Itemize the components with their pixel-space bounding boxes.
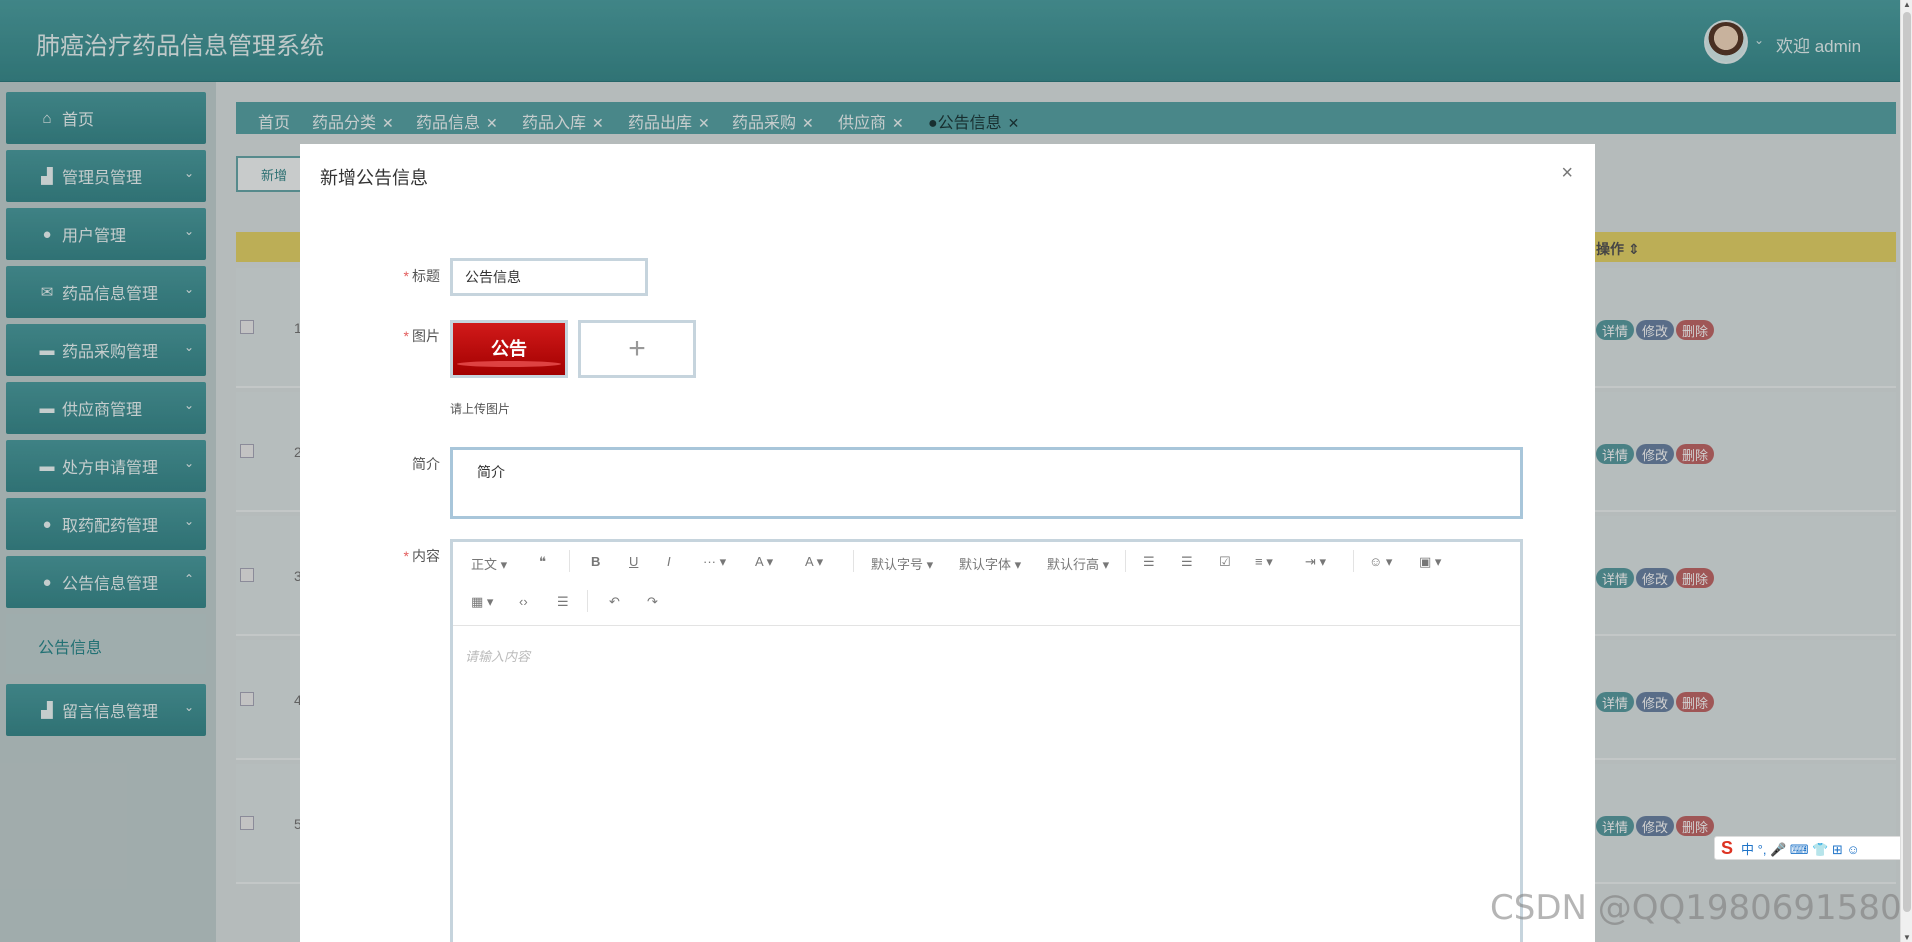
undo-icon[interactable]: ↶ [609,594,620,610]
emoji-dropdown[interactable]: ☺ ▾ [1369,554,1392,570]
scroll-up-icon[interactable]: ▲ [1903,0,1911,9]
title-input[interactable]: 公告信息 [450,258,648,296]
sogou-logo-icon: S [1721,837,1734,858]
font-family-dropdown[interactable]: 默认字体 ▾ [959,554,1021,573]
bg-color-dropdown[interactable]: A ▾ [805,554,823,570]
ime-toolbar[interactable]: S 中 °, 🎤 ⌨ 👕 ⊞ ☺ [1714,836,1908,860]
page-scrollbar[interactable]: ▲ ▼ [1900,0,1912,942]
image-text: 公告 [491,339,527,359]
scrollbar-thumb[interactable] [1903,12,1911,912]
watermark: CSDN @QQ1980691580 [1490,888,1902,928]
font-size-dropdown[interactable]: 默认字号 ▾ [871,554,933,573]
required-mark: * [403,268,409,284]
numbered-list-icon[interactable]: ☰ [1181,554,1193,570]
upload-tip: 请上传图片 [450,402,511,416]
uploaded-image-thumbnail[interactable]: 公告 [450,320,568,378]
image-label: * 图片 [340,326,440,346]
intro-label: 简介 [340,454,440,474]
redo-icon[interactable]: ↷ [647,594,658,610]
content-placeholder[interactable]: 请输入内容 [465,646,530,665]
label-text: 标题 [412,268,440,284]
label-text: 内容 [412,548,440,564]
label-text: 图片 [412,328,440,344]
more-dropdown[interactable]: ··· ▾ [703,554,726,570]
intro-textarea[interactable]: 简介 [450,447,1523,519]
divider-icon[interactable]: ☰ [557,594,569,610]
paragraph-dropdown[interactable]: 正文 ▾ [471,554,507,573]
required-mark: * [403,328,409,344]
table-dropdown[interactable]: ▦ ▾ [471,594,493,610]
label-text: 简介 [412,456,440,472]
plus-icon: + [628,332,646,365]
font-color-dropdown[interactable]: A ▾ [755,554,773,570]
title-label: * 标题 [340,266,440,286]
dialog-title: 新增公告信息 [320,168,428,188]
italic-icon[interactable]: I [667,554,671,569]
quote-icon[interactable]: ❝ [539,554,546,570]
align-dropdown[interactable]: ≡ ▾ [1255,554,1273,570]
line-height-dropdown[interactable]: 默认行高 ▾ [1047,554,1109,573]
bullet-list-icon[interactable]: ☰ [1143,554,1155,570]
add-image-button[interactable]: + [578,320,696,378]
ime-status: 中 °, 🎤 ⌨ 👕 ⊞ ☺ [1741,841,1860,857]
rich-text-editor: 正文 ▾ ❝ B U I ··· ▾ A ▾ A ▾ 默认字号 ▾ 默认字体 ▾… [450,539,1523,942]
underline-icon[interactable]: U [629,554,638,569]
close-icon[interactable]: × [1561,162,1573,185]
image-dropdown[interactable]: ▣ ▾ [1419,554,1441,570]
required-mark: * [403,548,409,564]
editor-toolbar: 正文 ▾ ❝ B U I ··· ▾ A ▾ A ▾ 默认字号 ▾ 默认字体 ▾… [453,542,1520,626]
scroll-down-icon[interactable]: ▼ [1903,933,1911,942]
bold-icon[interactable]: B [591,554,600,569]
todo-icon[interactable]: ☑ [1219,554,1231,570]
add-notice-dialog: 新增公告信息 × * 标题 公告信息 * 图片 公告 + 请上传图片 简介 简介 *… [300,144,1595,942]
image-decoration [457,361,561,367]
content-label: * 内容 [340,546,440,566]
code-icon[interactable]: ‹› [519,594,528,609]
indent-dropdown[interactable]: ⇥ ▾ [1305,554,1326,570]
